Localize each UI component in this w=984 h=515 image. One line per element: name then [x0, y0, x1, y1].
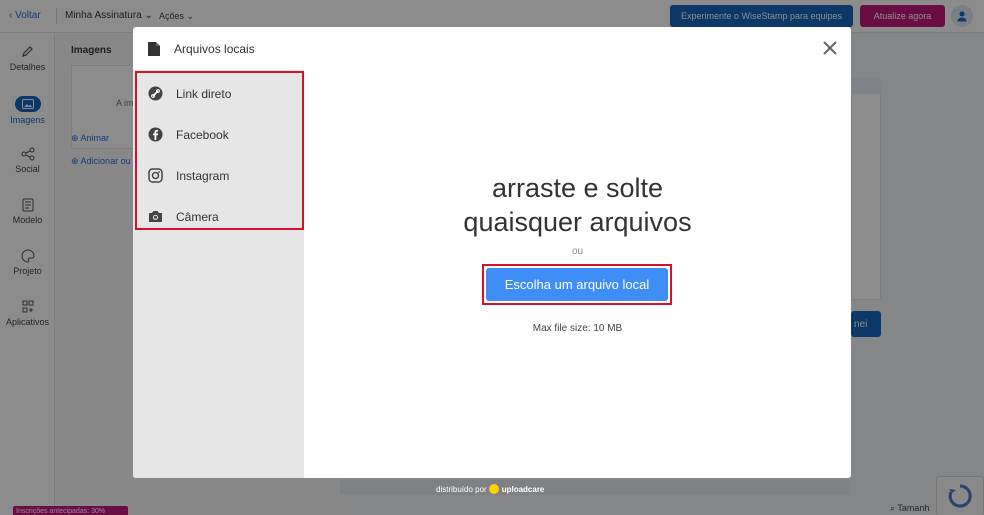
instagram-icon: [147, 168, 163, 183]
tab-local-files[interactable]: Arquivos locais: [133, 27, 304, 70]
source-label: Facebook: [176, 127, 229, 142]
max-file-size-note: Max file size: 10 MB: [532, 323, 623, 334]
uploadcare-logo-icon: [488, 484, 499, 494]
source-label: Link direto: [176, 86, 232, 101]
powered-by-label: distribuído por: [436, 484, 487, 494]
source-label: Instagram: [176, 168, 230, 183]
link-icon: [148, 86, 162, 101]
source-instagram[interactable]: Instagram: [137, 155, 302, 196]
facebook-icon: [148, 127, 162, 142]
file-upload-dialog: Arquivos locais Link direto Facebook Ins…: [133, 27, 851, 478]
tab-local-files-label: Arquivos locais: [174, 41, 255, 56]
drop-zone-title-line2: quaisquer arquivos: [463, 207, 692, 237]
source-sidebar: Link direto Facebook Instagram Câmera: [133, 70, 304, 478]
source-list-highlight: Link direto Facebook Instagram Câmera: [135, 71, 304, 230]
uploadcare-brand: uploadcare: [501, 484, 545, 494]
or-divider-text: ou: [571, 246, 584, 257]
drop-zone-title-line1: arraste e solte: [491, 173, 664, 203]
source-camera[interactable]: Câmera: [137, 196, 302, 237]
camera-icon: [148, 211, 162, 222]
close-icon[interactable]: [821, 39, 839, 57]
file-icon: [148, 41, 160, 56]
source-label: Câmera: [176, 209, 219, 224]
choose-local-file-button[interactable]: Escolha um arquivo local: [486, 268, 668, 301]
powered-by-uploadcare[interactable]: distribuído por uploadcare: [436, 483, 544, 495]
source-direct-link[interactable]: Link direto: [137, 73, 302, 114]
source-facebook[interactable]: Facebook: [137, 114, 302, 155]
